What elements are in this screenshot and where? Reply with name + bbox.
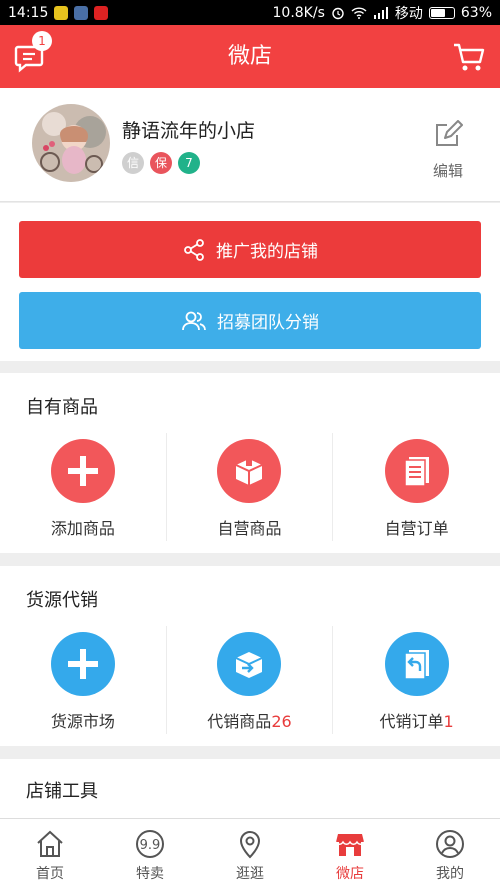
consignment-products-item[interactable]: 代销商品26 [167,626,334,734]
box-arrow-icon [217,632,282,696]
recruit-label: 招募团队分销 [217,313,319,333]
section-title: 自有商品 [26,397,98,418]
promote-shop-button[interactable]: 推广我的店铺 [19,221,481,278]
team-icon [182,311,206,330]
action-buttons: 推广我的店铺 招募团队分销 [0,203,500,361]
own-goods-section: 自有商品 添加商品 自营商品 自营订单 [0,373,500,553]
supply-market-item[interactable]: 货源市场 [0,626,167,734]
document-return-icon [384,632,449,696]
cart-button[interactable] [452,41,486,73]
user-icon [436,830,464,858]
shop-name: 静语流年的小店 [122,120,256,142]
add-product-label: 添加商品 [50,519,115,538]
box-icon [217,439,282,503]
tab-label: 特卖 [136,866,164,882]
shop-icon [335,834,365,856]
section-title: 货源代销 [26,590,98,611]
tab-weidian[interactable]: 微店 [300,819,400,889]
consignment-orders-item[interactable]: 代销订单1 [333,626,500,734]
own-products-label: 自营商品 [217,519,282,538]
app-notification-icon [54,5,69,20]
shop-badges: 信 保 7 [122,152,200,174]
own-orders-item[interactable]: 自营订单 [333,433,500,541]
shop-tools-section: 店铺工具 [0,759,500,819]
shop-avatar[interactable] [32,104,110,182]
tab-browse[interactable]: 逛逛 [200,819,300,889]
edit-label: 编辑 [432,162,463,180]
consignment-products-label: 代销商品26 [207,712,292,731]
edit-icon [436,120,463,146]
plus-icon [50,632,115,696]
tab-sale[interactable]: 9.9 特卖 [100,819,200,889]
section-title: 店铺工具 [26,781,98,802]
alarm-icon [332,7,344,19]
bottom-tab-bar: 首页 9.9 特卖 逛逛 微店 我的 [0,818,500,889]
app-header: 微店 1 [0,25,500,88]
consignment-orders-label: 代销订单1 [379,712,454,731]
share-icon [184,238,204,261]
guarantee-badge: 保 [150,152,172,174]
network-speed: 10.8K/s [272,4,325,21]
carrier: 移动 [394,5,423,22]
supply-market-label: 货源市场 [50,712,115,731]
plus-icon [50,439,115,503]
status-bar: 14:15 10.8K/s 移动 63% [0,0,500,25]
edit-shop-button[interactable]: 编辑 [428,120,468,181]
battery-icon [428,6,455,19]
sale-icon: 9.9 [136,830,164,858]
battery-percent: 63% [460,4,492,21]
cart-icon [454,43,485,71]
shop-info: 静语流年的小店 信 保 7 编辑 [0,88,500,202]
qq-notification-icon [94,5,109,20]
tab-mine[interactable]: 我的 [400,819,500,889]
home-icon [37,830,63,857]
promote-label: 推广我的店铺 [216,242,318,262]
wifi-icon [351,6,367,19]
tab-label: 首页 [36,866,64,882]
location-icon [239,831,261,859]
page-title: 微店 [227,44,272,69]
consignment-products-count: 26 [271,712,292,731]
message-count-badge: 1 [32,31,52,51]
own-products-item[interactable]: 自营商品 [167,433,334,541]
svg-text:9.9: 9.9 [140,838,161,853]
seven-day-return-badge: 7 [178,152,200,174]
supply-section: 货源代销 货源市场 代销商品26 代销订单1 [0,566,500,746]
recruit-team-button[interactable]: 招募团队分销 [19,292,481,349]
own-orders-label: 自营订单 [384,519,449,538]
app-notification-icon [74,5,89,20]
tab-label: 微店 [336,866,364,882]
tab-label: 逛逛 [236,866,264,882]
consignment-orders-count: 1 [443,712,454,731]
signal-icon [373,6,388,19]
tab-label: 我的 [436,866,464,882]
add-product-item[interactable]: 添加商品 [0,433,167,541]
tab-home[interactable]: 首页 [0,819,100,889]
document-icon [384,439,449,503]
credit-badge: 信 [122,152,144,174]
status-time: 14:15 [8,4,49,21]
